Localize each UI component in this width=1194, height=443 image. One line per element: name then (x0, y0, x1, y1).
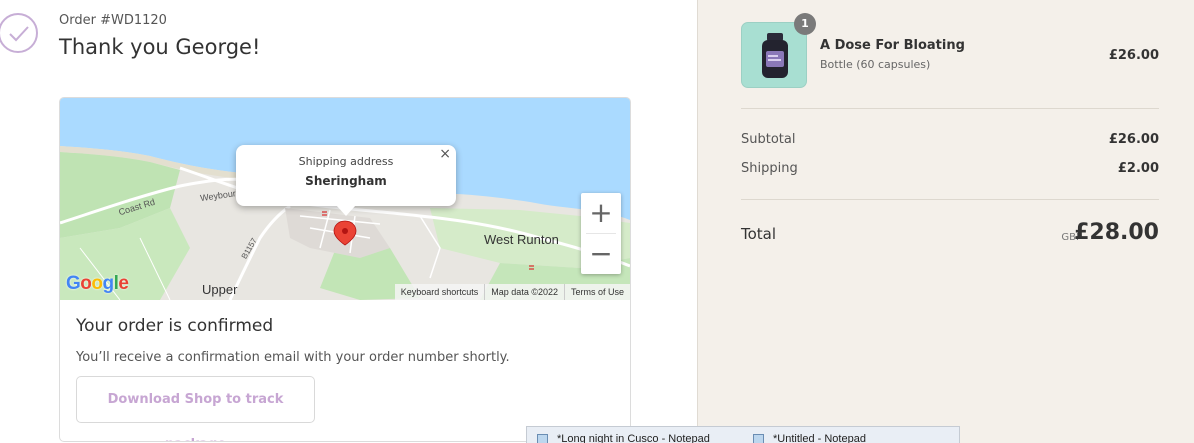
subtotal-value: £26.00 (1108, 132, 1159, 147)
google-logo-letter: o (80, 273, 92, 294)
bottle-icon (762, 33, 788, 78)
checkmark-icon (0, 13, 38, 53)
popup-label: Shipping address (298, 155, 394, 168)
total-value: £28.00 (1074, 220, 1159, 245)
summary-divider (741, 108, 1159, 109)
confirmation-text: You’ll receive a confirmation email with… (76, 350, 510, 365)
notepad-icon (753, 434, 764, 443)
product-variant: Bottle (60 capsules) (820, 58, 931, 71)
google-logo-letter: G (66, 273, 81, 294)
shipping-address-popup: Shipping address Sheringham × (236, 145, 456, 216)
map-attribution: Keyboard shortcuts Map data ©2022 Terms … (394, 284, 630, 300)
shipping-map[interactable]: Coast Rd Weybourne B1157 West Runton Upp… (60, 98, 630, 300)
map-zoom-controls: + − (581, 193, 621, 274)
close-icon[interactable]: × (439, 146, 451, 162)
zoom-in-button[interactable]: + (581, 193, 621, 233)
place-label-upper: Upper (202, 282, 238, 297)
zoom-out-button[interactable]: − (581, 234, 621, 274)
quantity-badge: 1 (794, 13, 816, 35)
confirmation-title: Your order is confirmed (76, 316, 274, 336)
confirmation-section: Your order is confirmed You’ll receive a… (76, 316, 510, 365)
google-logo-letter: e (118, 273, 129, 294)
order-summary-panel: 1 A Dose For Bloating Bottle (60 capsule… (697, 0, 1194, 443)
confirmation-card: Coast Rd Weybourne B1157 West Runton Upp… (59, 97, 631, 442)
shipping-label: Shipping (741, 161, 798, 176)
google-logo: Google (66, 273, 129, 295)
popup-city: Sheringham (305, 174, 387, 188)
product-price: £26.00 (1108, 48, 1159, 63)
taskbar: *Long night in Cusco - Notepad *Untitled… (526, 426, 960, 443)
summary-divider (741, 199, 1159, 200)
product-name: A Dose For Bloating (820, 38, 965, 53)
map-data-text: Map data ©2022 (484, 284, 564, 300)
total-label: Total (741, 225, 777, 243)
google-logo-letter: g (102, 273, 115, 294)
order-status-panel: Order #WD1120 Thank you George! Coast Rd… (0, 0, 697, 443)
taskbar-item[interactable]: *Long night in Cusco - Notepad (527, 427, 743, 443)
notepad-icon (537, 434, 548, 443)
subtotal-label: Subtotal (741, 132, 796, 147)
terms-link[interactable]: Terms of Use (563, 284, 630, 300)
download-shop-button[interactable]: Download Shop to track package (76, 376, 315, 441)
checkout-page: Order #WD1120 Thank you George! Coast Rd… (0, 0, 1194, 443)
taskbar-item-label: *Long night in Cusco - Notepad (557, 433, 710, 443)
taskbar-item-label: *Untitled - Notepad (773, 433, 866, 443)
shipping-value: £2.00 (1117, 161, 1159, 176)
place-label-west-runton: West Runton (484, 232, 559, 247)
taskbar-item[interactable]: *Untitled - Notepad (743, 427, 959, 443)
thank-you-heading: Thank you George! (59, 35, 261, 59)
order-number: Order #WD1120 (59, 13, 167, 28)
keyboard-shortcuts-link[interactable]: Keyboard shortcuts (395, 284, 485, 300)
google-logo-letter: o (91, 273, 103, 294)
